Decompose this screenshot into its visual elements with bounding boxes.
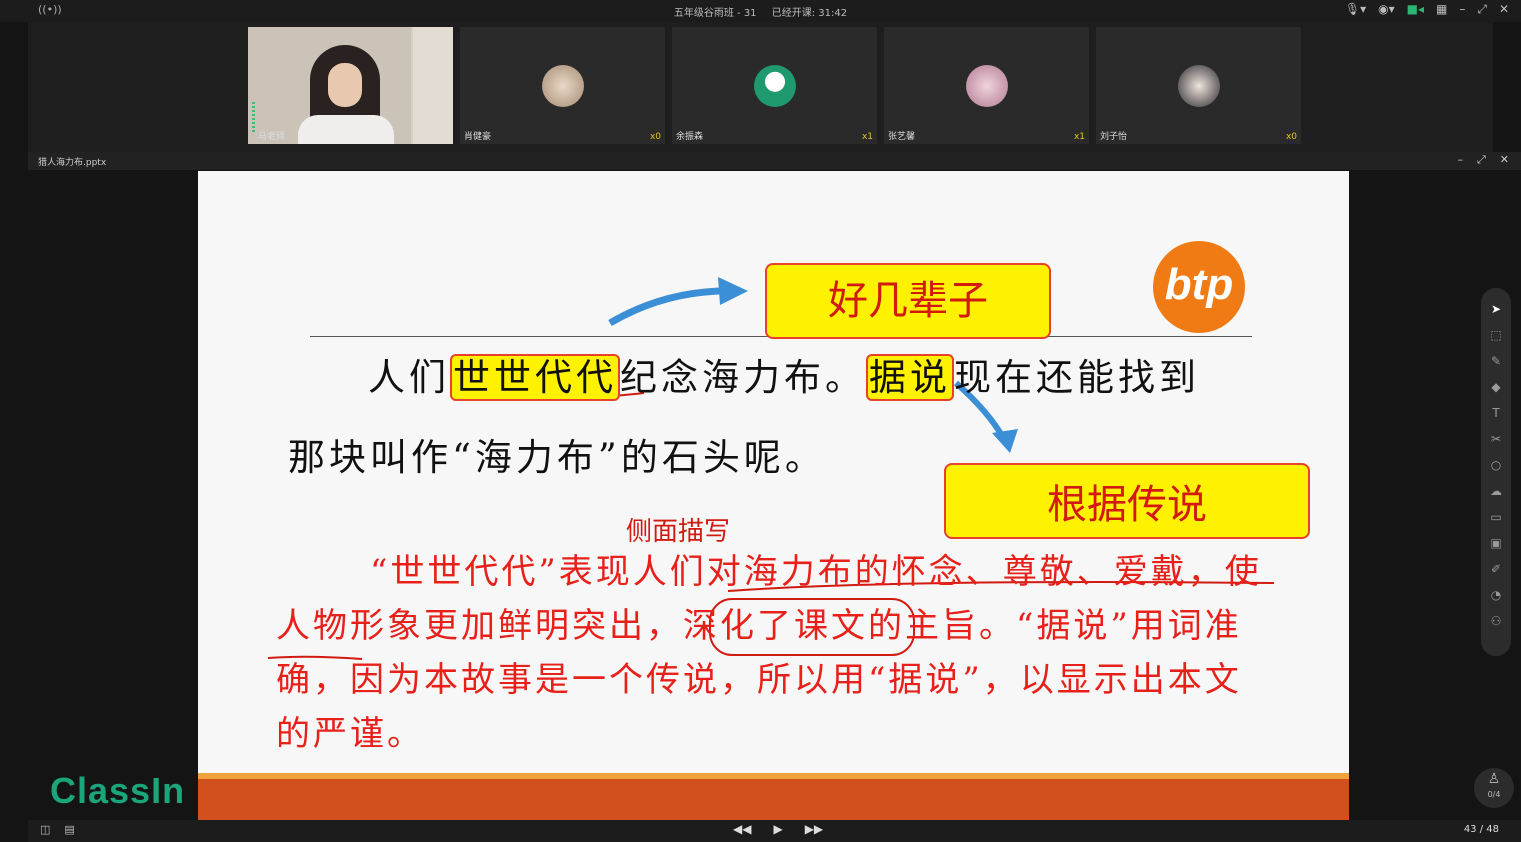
minimize-icon[interactable]: –	[1459, 2, 1465, 17]
class-name: 五年级谷雨班 - 31	[673, 8, 757, 19]
teacher-face	[328, 63, 362, 107]
whiteboard-toolbar: ➤ ⬚ ✎ ◆ T ✂ ○ ☁ ▭ ▣ ✐ ◔ ⚇	[1481, 288, 1511, 656]
next-slide-icon[interactable]: ▶▶	[805, 822, 823, 836]
class-timer: 已经开课: 31:42	[771, 8, 848, 19]
laser-icon[interactable]: ✎	[1481, 348, 1511, 374]
file-name: 猎人海力布.pptx	[38, 158, 107, 168]
trophy-count: x1	[861, 132, 873, 142]
text-segment: 现在还能找到	[954, 356, 1200, 399]
chat-icon[interactable]: ◔	[1481, 582, 1511, 608]
stage-count: 0/4	[1487, 790, 1501, 799]
participant-name: 肖健豪	[464, 132, 492, 142]
arrowhead	[992, 429, 1018, 453]
participant-name: 刘子怡	[1100, 132, 1128, 142]
courseware-window-controls: – ⤢ ✕	[1457, 153, 1509, 167]
page-indicator: 43 / 48	[1463, 824, 1499, 835]
close-icon[interactable]: ✕	[1500, 153, 1509, 167]
toolbox-icon[interactable]: ▭	[1481, 504, 1511, 530]
cloud-icon[interactable]: ☁	[1481, 478, 1511, 504]
student-video-tile[interactable]: 余振森 x1	[672, 27, 877, 144]
layout-icon[interactable]: ◫	[40, 823, 50, 836]
student-video-tile[interactable]: 张艺馨 x1	[884, 27, 1089, 144]
btp-logo: btp	[1153, 241, 1245, 333]
text-segment: 纪念海力布。	[620, 356, 866, 399]
mic-level-icon	[252, 102, 255, 132]
trophy-count: x0	[649, 132, 661, 142]
participant-name: 张艺馨	[888, 132, 916, 142]
teacher-shirt	[298, 115, 394, 144]
avatar	[966, 65, 1008, 107]
keyword-box-top: 好几辈子	[765, 263, 1051, 339]
background-door	[411, 27, 453, 144]
maximize-icon[interactable]: ⤢	[1477, 153, 1486, 167]
student-video-tile[interactable]: 刘子怡 x0	[1096, 27, 1301, 144]
student-video-tile[interactable]: 肖健豪 x0	[460, 27, 665, 144]
text-icon[interactable]: T	[1481, 400, 1511, 426]
participant-name: 马老师	[258, 132, 286, 142]
participant-name: 余振森	[676, 132, 704, 142]
sentence-line-2: 那块叫作“海力布”的石头呢。	[288, 436, 826, 479]
courseware-header: 猎人海力布.pptx – ⤢ ✕	[28, 152, 1521, 170]
explanation-paragraph: “世世代代”表现人们对海力布的怀念、尊敬、爱戴，使人物形象更加鲜明突出，深化了课…	[276, 552, 1262, 754]
scissors-icon[interactable]: ✂	[1481, 426, 1511, 452]
close-icon[interactable]: ✕	[1499, 2, 1509, 17]
avatar	[754, 65, 796, 107]
keyword-box-right: 根据传说	[944, 463, 1310, 539]
text-segment: 人们	[368, 356, 450, 399]
camera-icon[interactable]: ■◂	[1407, 2, 1424, 17]
window-controls: 🎙▾ ◉▾ ■◂ ▦ – ⤢ ✕	[1345, 2, 1509, 17]
mic-icon[interactable]: 🎙▾	[1345, 2, 1366, 17]
slide-canvas[interactable]: 好几辈子 根据传说 btp 人们世世代代纪念海力布。据说现在还能找到 那块叫作“…	[198, 171, 1349, 820]
teacher-video-tile[interactable]: 马老师	[248, 27, 453, 144]
screen-icon[interactable]: ▤	[64, 823, 74, 836]
select-icon[interactable]: ⬚	[1481, 322, 1511, 348]
stage-icon: ♙	[1487, 771, 1501, 787]
pointer-icon[interactable]: ➤	[1481, 296, 1511, 322]
title-bar: ((•)) 五年级谷雨班 - 31 已经开课: 31:42 🎙▾ ◉▾ ■◂ ▦…	[0, 0, 1521, 22]
grid-icon[interactable]: ▦	[1436, 2, 1447, 17]
restore-icon[interactable]: ⤢	[1477, 2, 1487, 17]
sentence-line-1: 人们世世代代纪念海力布。据说现在还能找到	[368, 347, 1200, 401]
bottom-bar: ◫ ▤ ◀◀ ▶ ▶▶ 43 / 48	[28, 820, 1521, 842]
stage-button[interactable]: ♙ 0/4	[1474, 768, 1514, 808]
speaker-icon[interactable]: ◉▾	[1378, 2, 1395, 17]
class-title: 五年级谷雨班 - 31 已经开课: 31:42	[0, 4, 1521, 19]
slide-navigation: ◀◀ ▶ ▶▶	[733, 822, 823, 836]
slide-footer-band	[198, 773, 1349, 820]
classin-logo: ClassIn	[50, 770, 186, 811]
view-controls: ◫ ▤	[40, 823, 75, 836]
play-icon[interactable]: ▶	[773, 822, 782, 836]
previous-slide-icon[interactable]: ◀◀	[733, 822, 751, 836]
video-strip: 马老师 肖健豪 x0 余振森 x1 张艺馨 x1 刘子怡 x0	[28, 22, 1493, 152]
pen-icon[interactable]: ◆	[1481, 374, 1511, 400]
shape-icon[interactable]: ○	[1481, 452, 1511, 478]
save-icon[interactable]: ▣	[1481, 530, 1511, 556]
edit-icon[interactable]: ✐	[1481, 556, 1511, 582]
highlight-shishidaidai: 世世代代	[450, 354, 620, 401]
minimize-icon[interactable]: –	[1457, 153, 1463, 167]
arrowhead	[718, 277, 748, 305]
users-icon[interactable]: ⚇	[1481, 608, 1511, 634]
trophy-count: x1	[1073, 132, 1085, 142]
trophy-count: x0	[1285, 132, 1297, 142]
highlight-jushuo: 据说	[866, 354, 954, 401]
arrow-to-top-box	[608, 287, 737, 327]
avatar	[1178, 65, 1220, 107]
side-description-label: 侧面描写	[626, 517, 731, 547]
avatar	[542, 65, 584, 107]
